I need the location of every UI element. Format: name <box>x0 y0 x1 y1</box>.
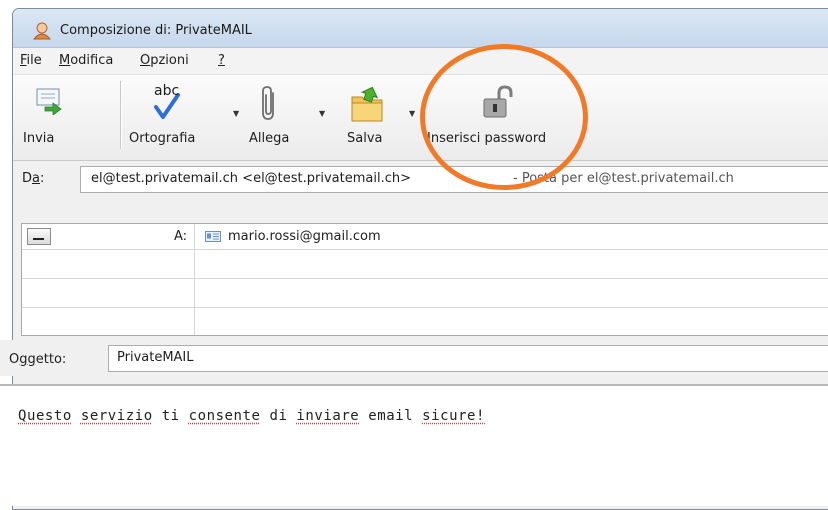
recipient-type-dropdown[interactable] <box>27 228 51 245</box>
toolbar-separator <box>120 81 122 149</box>
body-word: Questo <box>18 408 72 424</box>
toolbar: Invia abc Ortografia ▼ Allega ▼ Salva ▼ … <box>13 75 828 161</box>
spelling-label: Ortografia <box>129 131 195 146</box>
body-word: consente <box>189 408 261 424</box>
send-icon <box>35 85 63 115</box>
save-button[interactable]: Salva <box>336 81 396 153</box>
from-label: Da: <box>22 171 44 186</box>
message-body-editor[interactable]: Questo servizio ti consente di inviare e… <box>0 386 828 506</box>
menu-bar: File Modifica Opzioni ? <box>13 48 828 75</box>
insert-password-button[interactable]: Inserisci password <box>426 81 576 153</box>
to-recipient-value[interactable]: mario.rossi@gmail.com <box>228 229 381 244</box>
menu-modifica[interactable]: Modifica <box>59 53 113 68</box>
to-label: A: <box>174 229 187 244</box>
save-label: Salva <box>347 131 383 146</box>
spelling-icon-text: abc <box>154 83 179 99</box>
title-bar[interactable]: Composizione di: PrivateMAIL <box>13 9 828 48</box>
recipient-row <box>22 224 828 250</box>
unlocked-padlock-icon <box>480 85 516 121</box>
contact-card-icon <box>205 231 221 242</box>
body-word: ti <box>162 408 180 424</box>
paperclip-icon <box>259 85 279 123</box>
save-dropdown-arrow-icon[interactable]: ▼ <box>409 109 415 118</box>
menu-help[interactable]: ? <box>218 53 225 68</box>
from-description: - Posta per el@test.privatemail.ch <box>513 171 734 186</box>
attach-dropdown-arrow-icon[interactable]: ▼ <box>319 109 325 118</box>
attach-label: Allega <box>249 131 289 146</box>
from-field[interactable]: el@test.privatemail.ch <el@test.privatem… <box>80 166 828 193</box>
subject-label: Oggetto: <box>9 352 66 367</box>
recipient-row-empty[interactable] <box>22 279 828 308</box>
body-word: sicure! <box>422 408 485 424</box>
body-word: email <box>368 408 413 424</box>
body-word: di <box>269 408 287 424</box>
window-title: Composizione di: PrivateMAIL <box>60 23 252 38</box>
recipient-row-empty[interactable] <box>22 250 828 279</box>
recipients-grid[interactable]: A: mario.rossi@gmail.com <box>21 223 828 336</box>
spelling-button[interactable]: abc Ortografia <box>126 81 206 153</box>
attach-button[interactable]: Allega <box>243 81 303 153</box>
app-icon <box>32 22 52 40</box>
chevron-down-icon <box>28 229 50 244</box>
body-word: servizio <box>81 408 153 424</box>
send-label: Invia <box>23 131 54 146</box>
menu-opzioni[interactable]: Opzioni <box>140 53 189 68</box>
grid-column-divider <box>194 224 195 335</box>
insert-password-label: Inserisci password <box>427 131 546 146</box>
save-folder-icon <box>348 85 388 125</box>
message-body-text: Questo servizio ti consente di inviare e… <box>18 408 485 424</box>
from-value: el@test.privatemail.ch <el@test.privatem… <box>91 171 411 186</box>
body-word: inviare <box>296 408 359 424</box>
subject-value: PrivateMAIL <box>117 350 194 365</box>
subject-field[interactable]: PrivateMAIL <box>108 345 828 372</box>
from-row: Da: el@test.privatemail.ch <el@test.priv… <box>13 161 828 197</box>
menu-file[interactable]: File <box>20 53 42 68</box>
subject-row: Oggetto: PrivateMAIL <box>0 340 828 376</box>
send-button[interactable]: Invia <box>21 81 71 153</box>
spelling-dropdown-arrow-icon[interactable]: ▼ <box>233 109 239 118</box>
